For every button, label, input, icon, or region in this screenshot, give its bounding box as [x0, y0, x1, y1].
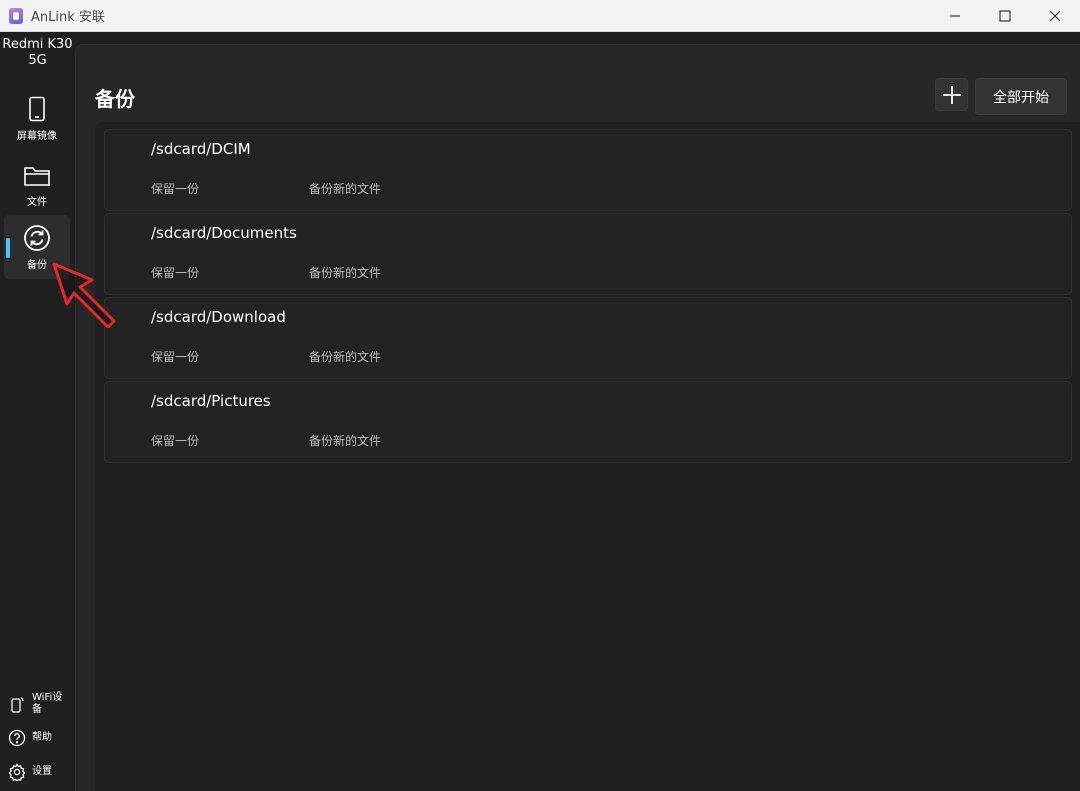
backup-path: /sdcard/Documents — [151, 224, 297, 242]
sidebar-item-screen-mirror[interactable]: 屏幕镜像 — [4, 86, 70, 150]
sidebar-item-label: 屏幕镜像 — [17, 130, 57, 142]
backup-path: /sdcard/DCIM — [151, 140, 251, 158]
annotation-arrow-icon — [52, 262, 116, 328]
backup-path: /sdcard/Download — [151, 308, 286, 326]
backup-retention: 保留一份 — [151, 266, 200, 280]
window-controls — [930, 0, 1080, 32]
sidebar-item-label: 备份 — [27, 259, 47, 271]
sidebar-item-files[interactable]: 文件 — [4, 152, 70, 216]
sidebar-item-settings[interactable]: 设置 — [8, 763, 70, 781]
device-name: Redmi K30 5G — [2, 37, 73, 68]
add-backup-button[interactable] — [935, 78, 968, 111]
minimize-button[interactable] — [930, 0, 980, 32]
help-icon — [8, 729, 26, 747]
maximize-icon — [999, 10, 1011, 22]
backup-mode: 备份新的文件 — [309, 266, 382, 280]
backup-retention: 保留一份 — [151, 434, 200, 448]
start-all-button[interactable]: 全部开始 — [975, 78, 1067, 115]
sidebar-item-wifi-device[interactable]: WiFi设备 — [8, 692, 70, 716]
backup-item-documents[interactable]: /sdcard/Documents 保留一份 备份新的文件 — [104, 213, 1072, 295]
sidebar-item-label: WiFi设备 — [32, 692, 63, 715]
page-title: 备份 — [95, 87, 135, 111]
folder-icon — [23, 161, 51, 189]
sidebar-item-help[interactable]: 帮助 — [8, 729, 70, 747]
backup-retention: 保留一份 — [151, 350, 200, 364]
close-icon — [1049, 10, 1061, 22]
backup-mode: 备份新的文件 — [309, 350, 382, 364]
backup-mode: 备份新的文件 — [309, 434, 382, 448]
gear-icon — [8, 763, 26, 781]
backup-path: /sdcard/Pictures — [151, 392, 271, 410]
sync-icon — [23, 224, 51, 252]
title-bar: AnLink 安联 — [0, 0, 1080, 32]
window-title: AnLink 安联 — [31, 10, 105, 25]
backup-retention: 保留一份 — [151, 182, 200, 196]
wifi-phone-icon — [8, 695, 26, 713]
sidebar-item-label: 帮助 — [32, 732, 52, 743]
minimize-icon — [950, 15, 960, 17]
maximize-button[interactable] — [980, 0, 1030, 32]
phone-icon — [23, 95, 51, 123]
close-button[interactable] — [1030, 0, 1080, 32]
backup-mode: 备份新的文件 — [309, 182, 382, 196]
backup-item-dcim[interactable]: /sdcard/DCIM 保留一份 备份新的文件 — [104, 129, 1072, 211]
backup-item-pictures[interactable]: /sdcard/Pictures 保留一份 备份新的文件 — [104, 381, 1072, 463]
backup-item-download[interactable]: /sdcard/Download 保留一份 备份新的文件 — [104, 297, 1072, 379]
active-indicator — [6, 238, 10, 258]
sidebar-item-label: 设置 — [32, 766, 52, 777]
anlink-logo-icon — [9, 7, 23, 24]
plus-icon — [942, 85, 961, 104]
sidebar-item-label: 文件 — [27, 196, 47, 208]
